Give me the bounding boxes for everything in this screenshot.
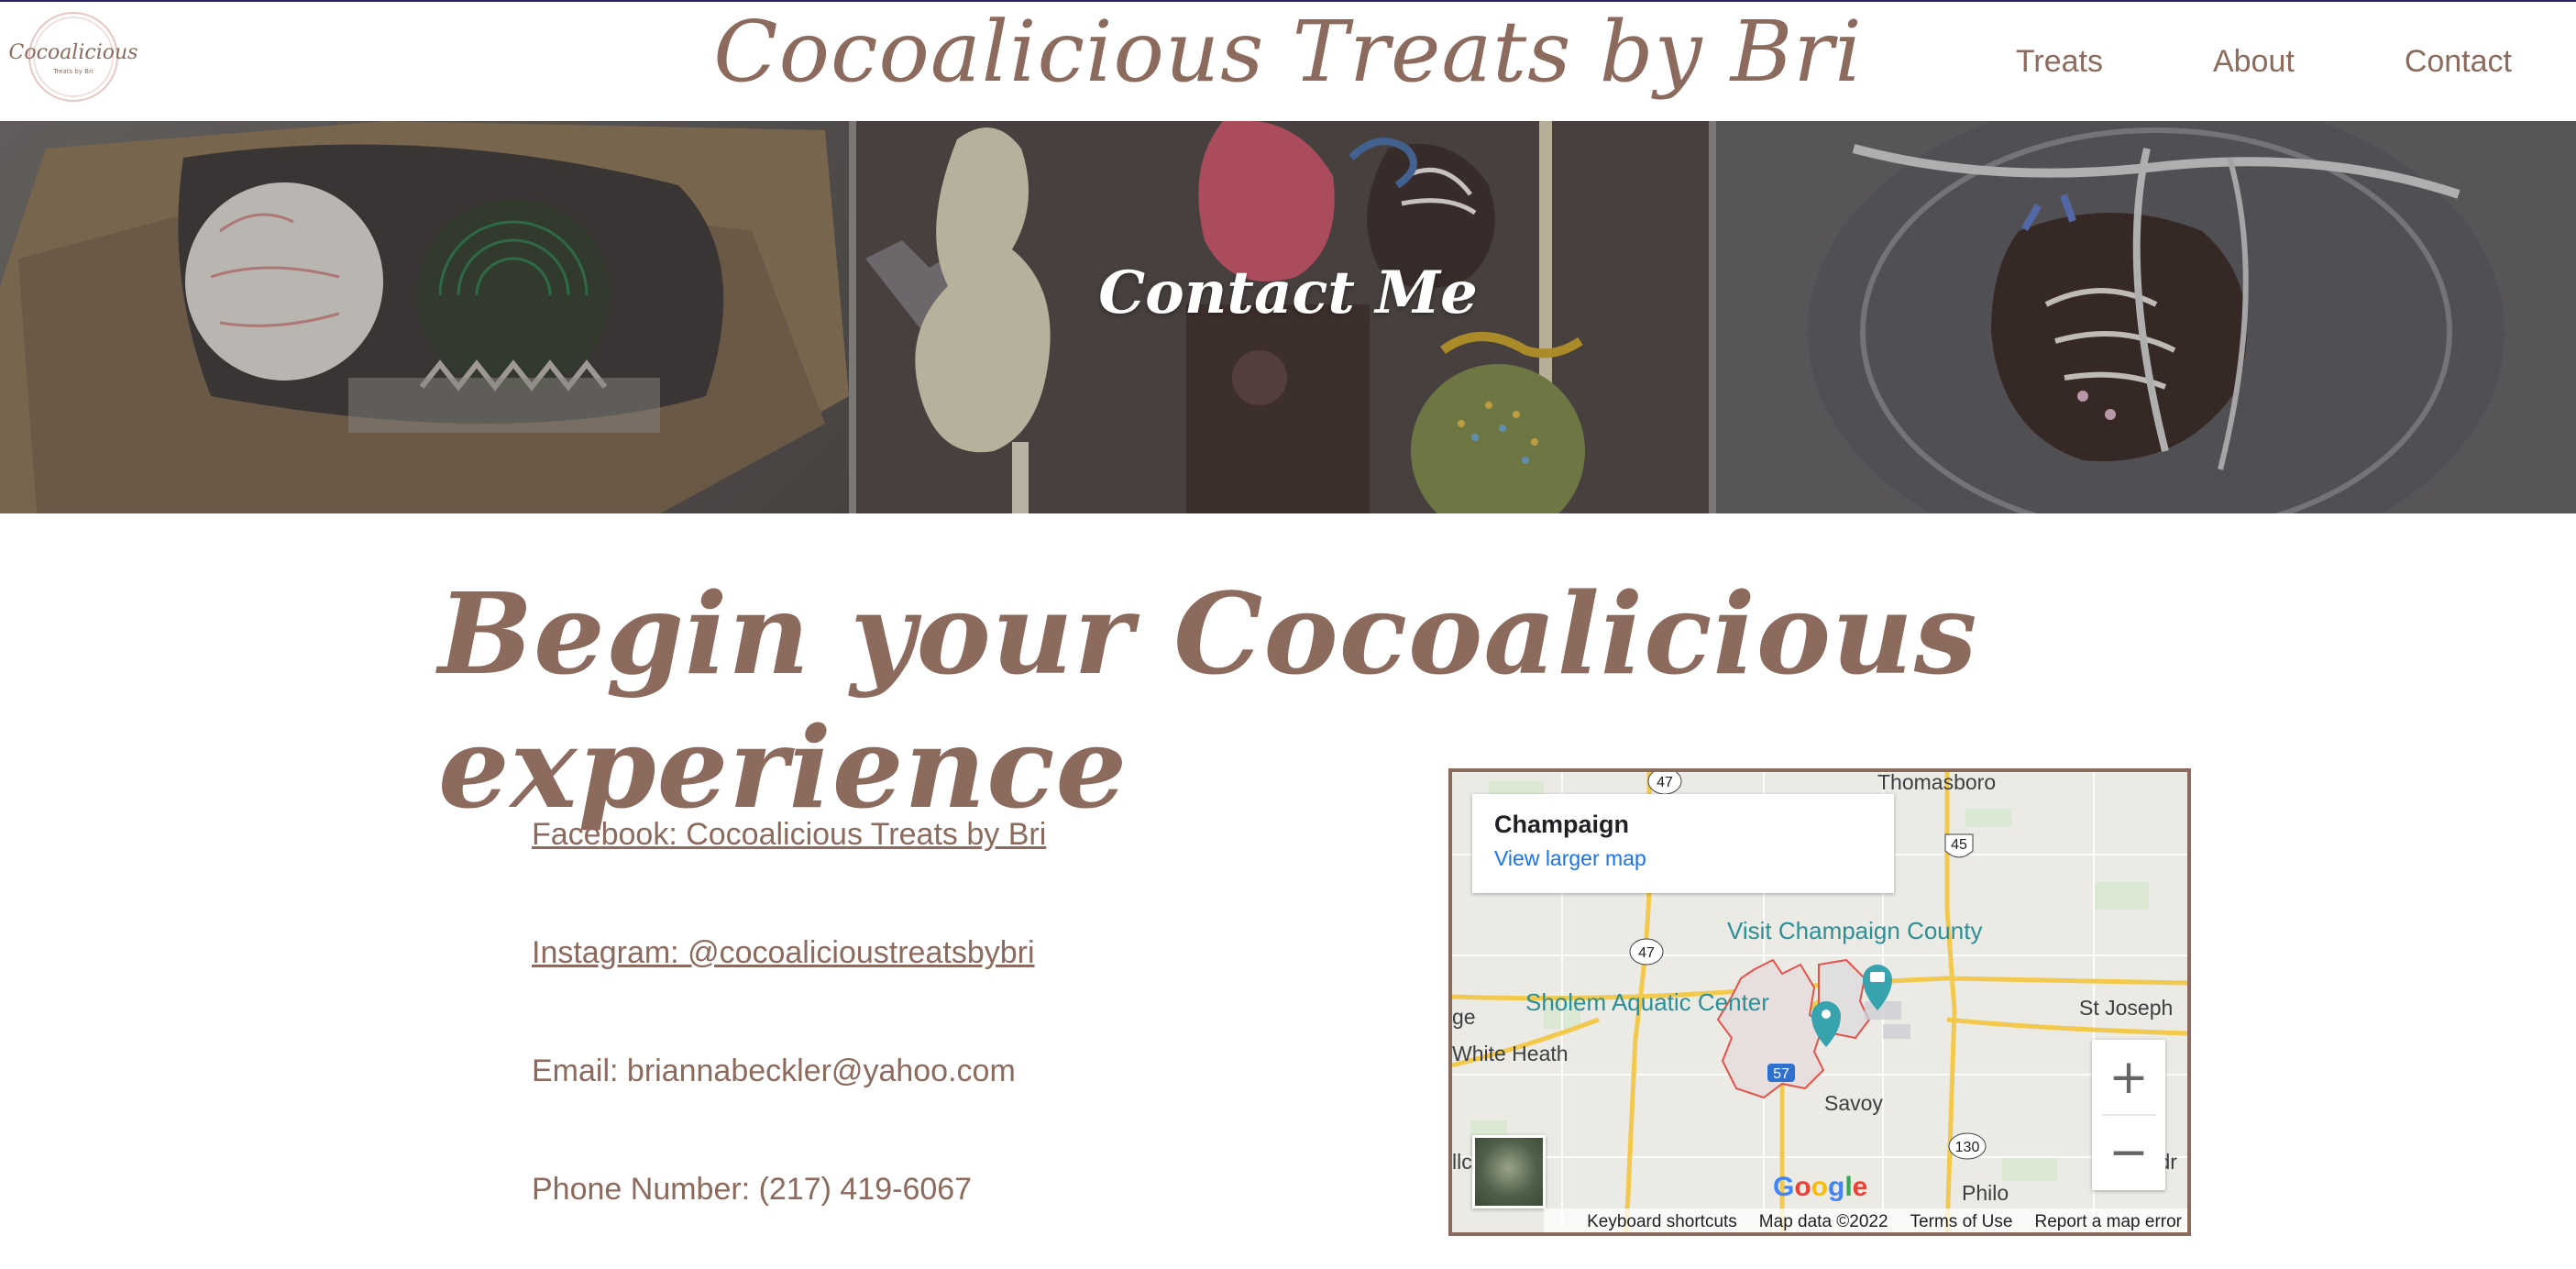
map-place-label: Philo xyxy=(1962,1181,2009,1205)
satellite-layer-toggle[interactable] xyxy=(1472,1135,1546,1208)
zoom-separator xyxy=(2101,1114,2156,1116)
zoom-in-button[interactable]: + xyxy=(2092,1040,2165,1115)
route-shield-47: 47 xyxy=(1657,775,1673,790)
facebook-link[interactable]: Facebook: Cocoalicious Treats by Bri xyxy=(532,817,1046,852)
map-place-label: llc xyxy=(1452,1150,1472,1174)
keyboard-shortcuts-link[interactable]: Keyboard shortcuts xyxy=(1587,1212,1737,1232)
map-poi-label[interactable]: Visit Champaign County xyxy=(1727,917,1982,945)
map-card-title: Champaign xyxy=(1494,811,1630,838)
report-map-error-link[interactable]: Report a map error xyxy=(2034,1212,2182,1232)
instagram-link[interactable]: Instagram: @cocoalicioustreatsbybri xyxy=(532,935,1035,970)
main-nav: Treats About Contact xyxy=(1906,2,2512,121)
route-shield-45: 45 xyxy=(1951,837,1967,853)
embedded-map[interactable]: 47 45 47 130 57 Thomasboro St Joseph Whi… xyxy=(1448,768,2191,1236)
map-place-label: Savoy xyxy=(1824,1091,1883,1115)
contact-list: Facebook: Cocoalicious Treats by Bri Ins… xyxy=(532,807,1357,1269)
zoom-controls: + − xyxy=(2092,1040,2165,1190)
phone-text: Phone Number: (217) 419-6067 xyxy=(532,1172,973,1207)
route-shield-57: 57 xyxy=(1773,1066,1789,1082)
email-text: Email: briannabeckler@yahoo.com xyxy=(532,1054,1016,1088)
site-header: Cocoalicious Treats by Bri Cocoalicious … xyxy=(0,2,2576,121)
nav-treats[interactable]: Treats xyxy=(2016,44,2103,80)
route-shield-130: 130 xyxy=(1955,1140,1980,1155)
nav-about[interactable]: About xyxy=(2213,44,2295,80)
map-info-card: Champaign View larger map xyxy=(1472,794,1894,893)
map-place-label: ge xyxy=(1452,1005,1476,1029)
google-logo: Google xyxy=(1773,1172,1868,1202)
route-shield-47: 47 xyxy=(1638,945,1655,961)
map-footer: Keyboard shortcuts Map data ©2022 Terms … xyxy=(1544,1208,2187,1232)
terms-of-use-link[interactable]: Terms of Use xyxy=(1910,1212,2013,1232)
map-place-label: Thomasboro xyxy=(1877,770,1997,794)
zoom-out-button[interactable]: − xyxy=(2092,1115,2165,1190)
map-poi-label[interactable]: Sholem Aquatic Center xyxy=(1525,988,1769,1017)
contact-item: Facebook: Cocoalicious Treats by Bri xyxy=(532,807,1357,925)
nav-contact[interactable]: Contact xyxy=(2405,44,2512,80)
view-larger-map-link[interactable]: View larger map xyxy=(1494,846,1872,871)
map-place-label: White Heath xyxy=(1452,1042,1569,1065)
map-data-attribution: Map data ©2022 xyxy=(1758,1212,1888,1231)
hero-title: Contact Me xyxy=(1098,259,1478,327)
hero-banner: Contact Me xyxy=(0,121,2576,513)
map-place-label: St Joseph xyxy=(2079,996,2174,1020)
contact-item: Instagram: @cocoalicioustreatsbybri xyxy=(532,925,1357,1043)
